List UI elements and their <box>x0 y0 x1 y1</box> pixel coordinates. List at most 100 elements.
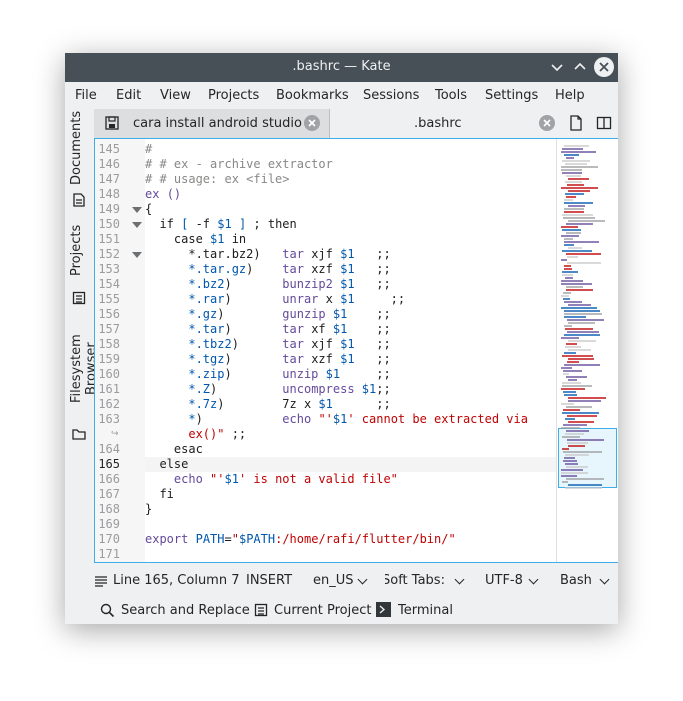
code-line[interactable]: echo "'$1' is not a valid file" <box>145 472 556 487</box>
line-number: 157 <box>98 322 120 336</box>
code-line[interactable] <box>145 547 556 562</box>
code-text-area[interactable]: # # # ex - archive extractor # # usage: ex… <box>145 139 556 562</box>
menu-bookmarks[interactable]: Bookmarks <box>276 88 349 103</box>
code-line[interactable]: *.tar.bz2) tar xjf $1 ;; <box>145 247 556 262</box>
code-line[interactable]: *.bz2) bunzip2 $1 ;; <box>145 277 556 292</box>
fold-marker-icon[interactable] <box>132 222 142 228</box>
minimap-line <box>561 280 583 282</box>
menu-edit[interactable]: Edit <box>116 88 141 103</box>
title-bar[interactable]: .bashrc — Kate <box>65 53 618 82</box>
minimap-line <box>566 343 577 345</box>
code-line[interactable]: *.tgz) tar xzf $1 ;; <box>145 352 556 367</box>
code-line[interactable]: *) echo "'$1' cannot be extracted via <box>145 412 556 427</box>
terminal-button[interactable]: Terminal <box>398 603 453 618</box>
minimap-line <box>564 208 584 210</box>
line-number: 154 <box>98 277 120 291</box>
code-line[interactable]: *.tar) tar xf $1 ;; <box>145 322 556 337</box>
menu-projects[interactable]: Projects <box>208 88 259 103</box>
minimap-line <box>568 220 605 222</box>
maximize-icon[interactable] <box>570 57 590 77</box>
code-line[interactable]: *.zip) unzip $1 ;; <box>145 367 556 382</box>
tab-bashrc[interactable]: .bashrc <box>330 109 563 138</box>
minimize-icon[interactable] <box>547 57 567 77</box>
minimap-line <box>562 271 578 273</box>
line-number: 160 <box>98 367 120 381</box>
code-line[interactable]: # # ex - archive extractor <box>145 157 556 172</box>
minimap-line <box>564 334 600 336</box>
wrap-indicator-icon: ↪ <box>111 429 119 439</box>
code-line[interactable]: case $1 in <box>145 232 556 247</box>
code-line[interactable]: *.tar.gz) tar xzf $1 ;; <box>145 262 556 277</box>
minimap-line <box>563 217 595 219</box>
minimap-line <box>562 229 581 231</box>
line-number: 156 <box>98 307 120 321</box>
minimap-line <box>565 193 584 195</box>
code-line[interactable]: ex () <box>145 187 556 202</box>
document-lines-icon <box>95 576 107 587</box>
documents-icon <box>73 193 85 207</box>
minimap-line <box>564 265 571 267</box>
close-tab-icon[interactable] <box>304 115 320 131</box>
minimap-scrollbar[interactable] <box>556 139 618 562</box>
status-bar: Line 165, Column 7 INSERT en_US Soft Tab… <box>65 568 618 594</box>
projects-label: Projects <box>69 224 84 276</box>
code-line[interactable]: esac <box>145 442 556 457</box>
menu-view[interactable]: View <box>160 88 191 103</box>
code-line[interactable]: export PATH="$PATH:/home/rafi/flutter/bi… <box>145 532 556 547</box>
line-number-gutter[interactable]: 145 146 147 148 149 150 151 152 153 154 155 156 157 1… <box>95 139 145 562</box>
code-line[interactable]: { <box>145 202 556 217</box>
split-view-icon[interactable] <box>596 115 612 131</box>
window-title: .bashrc — Kate <box>292 59 391 74</box>
indentation-label: Soft Tabs: 4 <box>385 573 447 588</box>
minimap-line <box>565 418 575 420</box>
indentation-selector[interactable]: Soft Tabs: 4 <box>385 568 447 594</box>
current-project-button[interactable]: Current Project <box>274 603 371 618</box>
code-line[interactable]: *.gz) gunzip $1 ;; <box>145 307 556 322</box>
close-tab-icon[interactable] <box>539 115 555 131</box>
minimap-line <box>565 163 587 165</box>
menu-settings[interactable]: Settings <box>485 88 538 103</box>
minimap-line <box>563 391 576 393</box>
code-line[interactable]: # # usage: ex <file> <box>145 172 556 187</box>
search-and-replace-button[interactable]: Search and Replace <box>121 603 250 618</box>
code-line[interactable]: } <box>145 502 556 517</box>
code-editor[interactable]: 145 146 147 148 149 150 151 152 153 154 155 156 157 1… <box>94 138 618 563</box>
kate-window: .bashrc — Kate File Edit View Projects B… <box>65 53 618 624</box>
encoding-selector[interactable]: UTF-8 <box>485 573 523 588</box>
syntax-mode-selector[interactable]: Bash <box>560 573 592 588</box>
minimap-line <box>565 433 584 435</box>
menu-file[interactable]: File <box>75 88 97 103</box>
tab-cara-install-android-studio[interactable]: cara install android studio <box>94 109 330 138</box>
menu-tools[interactable]: Tools <box>435 88 467 103</box>
minimap-line <box>565 487 602 489</box>
input-mode[interactable]: INSERT <box>246 573 292 588</box>
code-line[interactable]: *.rar) unrar x $1 ;; <box>145 292 556 307</box>
minimap-line <box>564 394 577 396</box>
code-line[interactable]: ex()" ;; <box>145 427 556 442</box>
sidebar-tab-documents[interactable]: Documents <box>69 111 89 211</box>
close-window-icon[interactable] <box>594 57 614 77</box>
minimap-line <box>563 298 570 300</box>
code-line[interactable]: if [ -f $1 ] ; then <box>145 217 556 232</box>
code-line[interactable]: else <box>145 457 556 472</box>
dictionary-selector[interactable]: en_US <box>313 573 354 588</box>
minimap-line <box>561 388 585 390</box>
sidebar-tab-filesystem-browser[interactable]: Filesystem Browser <box>69 317 99 440</box>
sidebar-tab-projects[interactable]: Projects <box>69 217 89 311</box>
menu-help[interactable]: Help <box>555 88 585 103</box>
fold-marker-icon[interactable] <box>132 252 142 258</box>
cursor-position[interactable]: Line 165, Column 7 <box>113 573 240 588</box>
fold-marker-icon[interactable] <box>132 207 142 213</box>
code-line[interactable]: # <box>145 142 556 157</box>
minimap-line <box>567 319 604 321</box>
code-line[interactable]: fi <box>145 487 556 502</box>
code-line[interactable] <box>145 517 556 532</box>
new-document-icon[interactable] <box>568 115 584 131</box>
minimap-line <box>562 436 580 438</box>
code-line[interactable]: *.tbz2) tar xjf $1 ;; <box>145 337 556 352</box>
code-line[interactable]: *.7z) 7z x $1 ;; <box>145 397 556 412</box>
menu-sessions[interactable]: Sessions <box>363 88 419 103</box>
code-line[interactable]: *.Z) uncompress $1;; <box>145 382 556 397</box>
line-number: 153 <box>98 262 120 276</box>
search-icon <box>100 603 115 618</box>
